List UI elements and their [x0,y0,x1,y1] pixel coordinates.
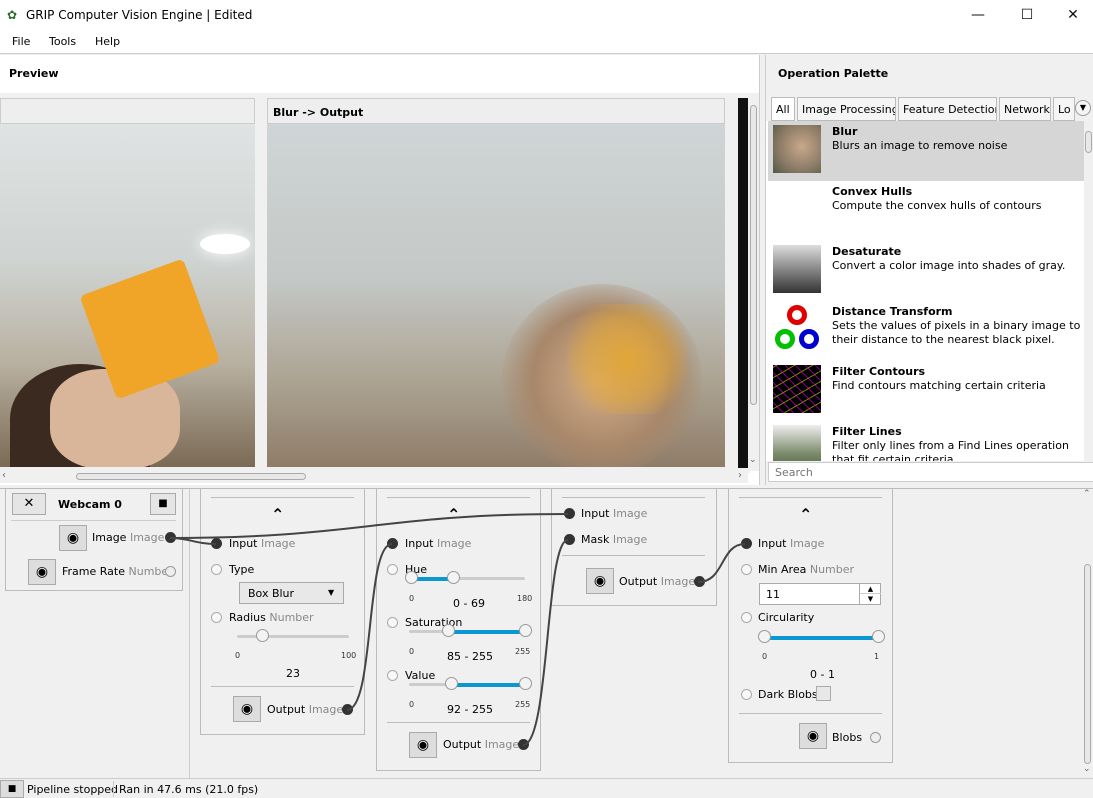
menu-tools[interactable]: Tools [49,35,76,48]
op-name: Desaturate [832,245,902,258]
desaturate-thumbnail [773,245,821,293]
preview-title: Preview [9,67,59,80]
op-item-blur[interactable]: Blur Blurs an image to remove noise [768,121,1084,181]
op-name: Convex Hulls [832,185,913,198]
blur-thumbnail [773,125,821,173]
operation-list: Blur Blurs an image to remove noise Conv… [766,121,1084,461]
blur-preview-image [267,124,725,467]
wire-mask-to-blobs [697,543,746,583]
status-bar: ■ Pipeline stopped Ran in 47.6 ms (21.0 … [0,778,1093,798]
op-desc: Find contours matching certain criteria [832,379,1046,392]
pipeline-vscrollbar[interactable]: ⌃ ⌄ [1081,489,1093,779]
op-item-filter-contours[interactable]: Filter Contours Find contours matching c… [768,361,1084,421]
pipeline-area: ✕ Webcam 0 ■ ◉ Image Image ◉ Frame Rate … [0,488,1093,779]
distance-transform-thumbnail [773,305,821,353]
filter-contours-thumbnail [773,365,821,413]
tab-image-processing[interactable]: Image Processing [797,97,896,121]
op-name: Blur [832,125,858,138]
tab-dropdown-icon[interactable]: ▼ [1075,100,1091,116]
wire-blur-to-hsv [346,543,393,711]
tab-more[interactable]: Lo [1053,97,1075,121]
pipeline-vscroll-thumb[interactable] [1084,564,1091,764]
op-name: Distance Transform [832,305,953,318]
window-title: GRIP Computer Vision Engine | Edited [26,8,253,22]
maximize-button[interactable]: ☐ [1004,0,1050,30]
webcam-preview-image [0,124,255,467]
op-item-filter-lines[interactable]: Filter Lines Filter only lines from a Fi… [768,421,1084,461]
tab-network[interactable]: Network [999,97,1051,121]
app-icon: ✿ [7,8,18,22]
op-item-distance-transform[interactable]: Distance Transform Sets the values of pi… [768,301,1084,361]
preview-hscrollbar[interactable]: ‹ › [0,469,748,483]
filter-lines-thumbnail [773,425,821,461]
preview-hscroll-thumb[interactable] [76,473,306,480]
palette-search-input[interactable] [768,462,1093,482]
minimize-button[interactable]: — [955,0,1001,30]
menu-bar: File Tools Help [0,30,1093,54]
op-desc: Compute the convex hulls of contours [832,199,1042,212]
close-window-button[interactable]: ✕ [1050,0,1093,30]
scroll-down-icon[interactable]: ⌄ [1083,764,1091,774]
tab-feature-detection[interactable]: Feature Detection [898,97,997,121]
op-item-convex-hulls[interactable]: Convex Hulls Compute the convex hulls of… [768,181,1084,241]
op-desc: Convert a color image into shades of gra… [832,259,1066,272]
webcam-preview-header [0,98,255,124]
title-bar: ✿ GRIP Computer Vision Engine | Edited —… [0,0,1093,30]
preview-area: Blur -> Output [0,93,750,473]
preview-panel: Preview Blur -> Output ‹ › ⌄ [0,55,760,485]
blur-preview-title: Blur -> Output [273,106,364,119]
pipeline-timing: Ran in 47.6 ms (21.0 fps) [119,783,259,796]
connection-wires [169,513,746,746]
op-desc: Sets the values of pixels in a binary im… [832,319,1081,346]
palette-title: Operation Palette [778,67,889,80]
scroll-down-icon[interactable]: ⌄ [749,455,757,465]
wire-source-to-mask [169,513,569,539]
wire-hsv-to-mask [522,539,569,746]
third-preview-edge [738,98,748,468]
menu-file[interactable]: File [12,35,30,48]
op-desc: Filter only lines from a Find Lines oper… [832,439,1069,461]
scroll-up-icon[interactable]: ⌃ [1083,489,1091,499]
palette-vscroll-thumb[interactable] [1085,131,1092,153]
op-name: Filter Contours [832,365,926,378]
operation-palette: Operation Palette All Image Processing F… [765,55,1093,485]
scroll-left-icon[interactable]: ‹ [2,470,6,481]
tab-all[interactable]: All [771,97,795,121]
preview-vscrollbar[interactable]: ⌄ [748,93,759,471]
op-item-desaturate[interactable]: Desaturate Convert a color image into sh… [768,241,1084,301]
preview-vscroll-thumb[interactable] [750,105,757,405]
scroll-right-icon[interactable]: › [738,470,742,481]
blur-preview-header: Blur -> Output [267,98,725,124]
op-desc: Blurs an image to remove noise [832,139,1008,152]
menu-help[interactable]: Help [95,35,120,48]
stop-pipeline-button[interactable]: ■ [0,780,24,798]
palette-vscrollbar[interactable] [1084,121,1093,461]
pipeline-state: Pipeline stopped [27,783,119,796]
op-name: Filter Lines [832,425,902,438]
